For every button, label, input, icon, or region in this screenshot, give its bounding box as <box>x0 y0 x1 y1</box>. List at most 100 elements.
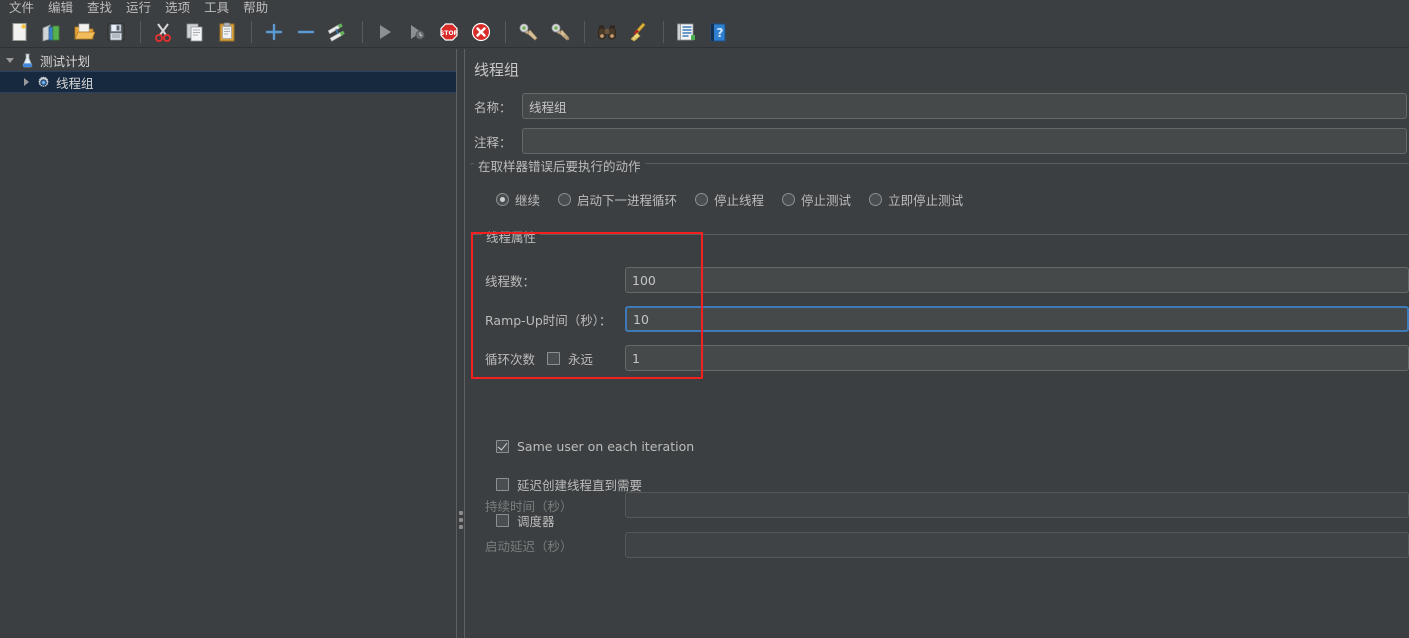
radio-stop-thread[interactable]: 停止线程 <box>695 190 764 209</box>
chevron-right-icon[interactable] <box>18 71 34 93</box>
menu-file[interactable]: 文件 <box>2 0 41 16</box>
name-label: 名称： <box>474 99 512 115</box>
menu-search[interactable]: 查找 <box>80 0 119 16</box>
cut-icon <box>155 22 171 42</box>
radio-stop-test-now-indicator[interactable] <box>869 193 883 206</box>
on-sampler-error-group: 在取样器错误后要执行的动作 继续 启动下一进程循环 停止线程 停止测试 立即停止… <box>470 156 1409 219</box>
test-plan-tree[interactable]: 测试计划 线程组 <box>0 49 456 638</box>
loop-count-input[interactable] <box>625 345 1409 371</box>
split-pane-divider[interactable] <box>456 49 465 638</box>
duration-label: 持续时间（秒） <box>485 498 573 514</box>
startup-delay-label: 启动延迟（秒） <box>485 538 573 554</box>
checkbox-same-user[interactable]: Same user on each iteration <box>496 439 694 454</box>
shutdown-icon <box>471 22 491 41</box>
comment-row: 注释： <box>474 128 1409 154</box>
menu-help[interactable]: 帮助 <box>236 0 275 16</box>
checkbox-forever[interactable]: 永远 <box>547 349 625 368</box>
toolbar: STOP ? <box>0 16 1409 48</box>
radio-start-next-loop-label: 启动下一进程循环 <box>577 193 678 208</box>
radio-stop-test-now[interactable]: 立即停止测试 <box>869 190 963 209</box>
open-button[interactable] <box>69 18 99 46</box>
templates-button[interactable] <box>37 18 67 46</box>
help-button[interactable]: ? <box>703 18 733 46</box>
thread-group-icon <box>34 73 52 91</box>
radio-continue-indicator[interactable] <box>496 193 509 206</box>
toolbar-separator-1 <box>140 20 141 43</box>
tree-node-test-plan[interactable]: 测试计划 <box>0 49 456 71</box>
toolbar-separator-5 <box>584 20 585 43</box>
checkbox-same-user-label: Same user on each iteration <box>517 439 695 454</box>
radio-stop-test-indicator[interactable] <box>782 193 796 206</box>
start-icon <box>380 24 391 39</box>
start-no-pauses-icon <box>411 24 425 39</box>
ramp-up-label: Ramp-Up时间（秒）： <box>485 312 612 328</box>
svg-text:STOP: STOP <box>440 30 459 37</box>
menu-edit[interactable]: 编辑 <box>41 0 80 16</box>
expand-icon <box>265 23 283 40</box>
new-button[interactable] <box>5 18 35 46</box>
search-icon <box>598 25 616 39</box>
cut-button[interactable] <box>148 18 178 46</box>
radio-start-next-loop-indicator[interactable] <box>558 193 572 206</box>
toolbar-separator-6 <box>663 20 664 43</box>
radio-stop-test[interactable]: 停止测试 <box>782 190 851 209</box>
svg-text:?: ? <box>717 26 724 40</box>
radio-stop-thread-indicator[interactable] <box>695 193 709 206</box>
tree-node-label: 线程组 <box>56 76 94 91</box>
thread-count-label: 线程数： <box>485 273 536 289</box>
comment-input[interactable] <box>522 128 1407 154</box>
test-plan-icon <box>18 51 36 69</box>
start-button[interactable] <box>370 18 400 46</box>
stop-icon: STOP <box>440 22 459 41</box>
ramp-up-input[interactable] <box>625 306 1409 332</box>
toolbar-separator-2 <box>251 20 252 43</box>
save-icon <box>107 23 125 40</box>
checkbox-forever-label: 永远 <box>568 351 594 367</box>
clear-button[interactable] <box>513 18 543 46</box>
radio-continue[interactable]: 继续 <box>496 190 540 209</box>
stop-button[interactable]: STOP <box>434 18 464 46</box>
save-button[interactable] <box>101 18 131 46</box>
tree-node-thread-group[interactable]: 线程组 <box>0 71 456 93</box>
split-pane-grip[interactable] <box>459 511 463 532</box>
duration-input[interactable] <box>625 492 1409 518</box>
thread-count-input[interactable] <box>625 267 1409 293</box>
checkbox-forever-box[interactable] <box>547 351 560 365</box>
tree-node-label: 测试计划 <box>40 54 91 69</box>
reset-search-button[interactable] <box>624 18 654 46</box>
menu-options[interactable]: 选项 <box>158 0 197 16</box>
search-button[interactable] <box>592 18 622 46</box>
duration-row: 持续时间（秒） <box>485 492 1409 518</box>
new-icon <box>12 22 27 41</box>
clear-all-button[interactable] <box>545 18 575 46</box>
radio-stop-thread-label: 停止线程 <box>714 193 765 208</box>
copy-button[interactable] <box>180 18 210 46</box>
expand-button[interactable] <box>259 18 289 46</box>
paste-button[interactable] <box>212 18 242 46</box>
ramp-up-row: Ramp-Up时间（秒）： <box>485 306 1409 332</box>
toggle-icon <box>327 22 345 42</box>
checkbox-delay-thread-creation-box[interactable] <box>496 478 509 491</box>
name-row: 名称： <box>474 93 1409 119</box>
shutdown-button[interactable] <box>466 18 496 46</box>
loop-count-label: 循环次数 <box>485 351 536 367</box>
start-no-pauses-button[interactable] <box>402 18 432 46</box>
collapse-button[interactable] <box>291 18 321 46</box>
thread-properties-title: 线程属性 <box>482 227 541 246</box>
radio-start-next-loop[interactable]: 启动下一进程循环 <box>558 190 677 209</box>
menu-tools[interactable]: 工具 <box>197 0 236 16</box>
comment-label: 注释： <box>474 134 512 150</box>
copy-icon <box>186 23 203 41</box>
thread-count-row: 线程数： <box>485 267 1409 293</box>
checkbox-same-user-box[interactable] <box>496 440 509 453</box>
startup-delay-input[interactable] <box>625 532 1409 558</box>
thread-group-config-panel: 线程组 名称： 注释： 在取样器错误后要执行的动作 继续 启动下一进程循环 <box>465 49 1409 638</box>
function-helper-button[interactable] <box>671 18 701 46</box>
jmeter-window: 文件 编辑 查找 运行 选项 工具 帮助 STOP ? 测试计划 线程组 线程组… <box>0 0 1409 638</box>
clear-icon <box>519 23 538 40</box>
radio-stop-test-now-label: 立即停止测试 <box>888 193 964 208</box>
name-input[interactable] <box>522 93 1407 119</box>
toggle-button[interactable] <box>323 18 353 46</box>
menu-run[interactable]: 运行 <box>119 0 158 16</box>
chevron-down-icon[interactable] <box>2 49 18 71</box>
